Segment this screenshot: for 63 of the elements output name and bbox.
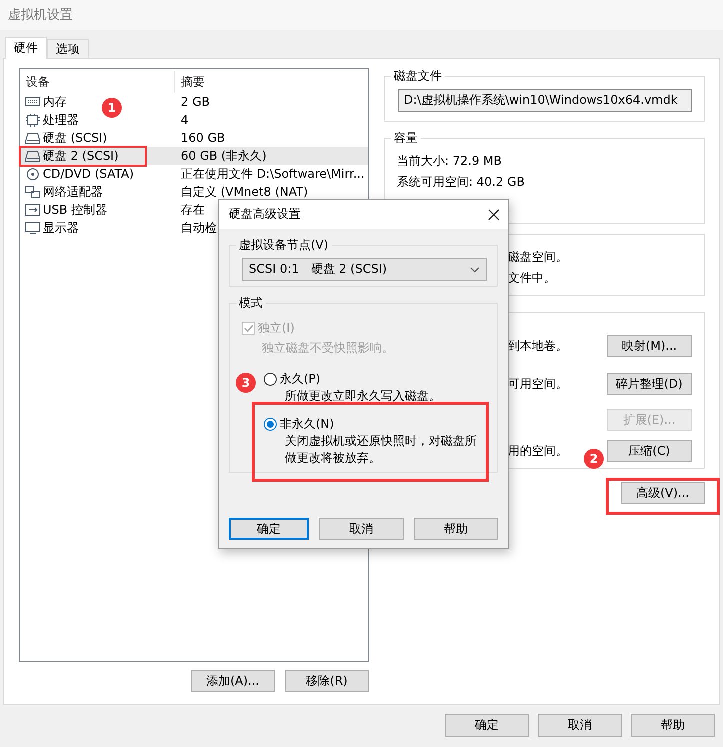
group-title: 容量 bbox=[393, 130, 419, 147]
device-name: USB 控制器 bbox=[43, 202, 108, 218]
list-button[interactable]: 移除(R) bbox=[285, 670, 369, 692]
checkbox-label: 独立(I) bbox=[258, 320, 295, 336]
device-name: 处理器 bbox=[43, 112, 79, 128]
option-description: 所做更改立即永久写入磁盘。 bbox=[285, 389, 441, 403]
device-summary: 160 GB bbox=[181, 131, 226, 145]
utility-text: 用的空间。 bbox=[508, 442, 568, 460]
tab[interactable]: 硬件 bbox=[5, 37, 47, 59]
device-summary: 自定义 (VMnet8 (NAT) bbox=[181, 184, 308, 198]
dialog-button[interactable]: 确定 bbox=[445, 714, 529, 737]
allocation-text: 磁盘空间。 bbox=[508, 249, 568, 266]
monitor-icon bbox=[25, 222, 41, 234]
utility-button[interactable]: 映射(M)... bbox=[607, 335, 692, 357]
usb-icon bbox=[25, 204, 41, 216]
device-summary: 2 GB bbox=[181, 95, 210, 109]
dialog-button[interactable]: 取消 bbox=[319, 518, 404, 540]
dialog-title: 硬盘高级设置 bbox=[229, 206, 301, 223]
allocation-text: 文件中。 bbox=[508, 270, 556, 287]
device-name: 显示器 bbox=[43, 220, 79, 236]
node-select[interactable]: SCSI 0:1 硬盘 2 (SCSI) bbox=[242, 258, 487, 281]
radio-button[interactable] bbox=[264, 372, 277, 386]
device-name: CD/DVD (SATA) bbox=[43, 167, 134, 181]
radio-label: 非永久(N) bbox=[280, 416, 334, 432]
dialog-button[interactable]: 帮助 bbox=[414, 518, 498, 540]
memory-icon bbox=[25, 96, 41, 108]
option-description: 关闭虚拟机或还原快照时，对磁盘所做更改将被放弃。 bbox=[285, 434, 477, 465]
device-summary: 4 bbox=[181, 113, 189, 127]
device-summary: 自动检 bbox=[181, 220, 217, 234]
device-summary: 60 GB (非永久) bbox=[181, 148, 267, 162]
chevron-down-icon bbox=[470, 266, 480, 272]
dialog-button[interactable]: 帮助 bbox=[631, 714, 715, 737]
utility-button[interactable]: 碎片整理(D) bbox=[607, 373, 692, 395]
checkbox-note: 独立磁盘不受快照影响。 bbox=[262, 340, 394, 356]
device-name: 硬盘 (SCSI) bbox=[43, 130, 108, 146]
disc-icon bbox=[25, 168, 41, 180]
capacity-text: 当前大小: 72.9 MB bbox=[397, 153, 502, 170]
device-name: 硬盘 2 (SCSI) bbox=[43, 148, 119, 164]
radio-label: 永久(P) bbox=[280, 370, 321, 388]
chip-icon bbox=[25, 114, 41, 126]
device-name: 内存 bbox=[43, 94, 67, 110]
utility-text: 可用空间。 bbox=[508, 376, 568, 392]
column-header[interactable]: 摘要 bbox=[175, 74, 368, 90]
group-title: 模式 bbox=[238, 295, 264, 312]
capacity-text: 系统可用空间: 40.2 GB bbox=[397, 174, 525, 191]
list-button[interactable]: 添加(A)... bbox=[191, 670, 275, 692]
selected-row[interactable]: 硬盘 2 (SCSI) 60 GB (非永久) bbox=[20, 147, 368, 165]
group-title: 虚拟设备节点(V) bbox=[238, 237, 330, 254]
window-title: 虚拟机设置 bbox=[0, 0, 723, 30]
column-header[interactable]: 设备 bbox=[20, 71, 175, 93]
group-title: 磁盘文件 bbox=[393, 68, 443, 85]
network-icon bbox=[25, 186, 41, 198]
close-icon[interactable] bbox=[488, 208, 500, 220]
dialog-button[interactable]: 确定 bbox=[229, 518, 310, 540]
device-summary: 正在使用文件 D:\Software\Mirr... bbox=[181, 166, 365, 180]
dialog-button[interactable]: 取消 bbox=[538, 714, 622, 737]
device-summary: 存在 bbox=[181, 202, 205, 216]
path-field[interactable]: D:\虚拟机操作系统\win10\Windows10x64.vmdk bbox=[398, 89, 692, 112]
tab[interactable]: 选项 bbox=[47, 39, 89, 58]
advanced-button[interactable]: 高级(V)... bbox=[621, 482, 705, 504]
utility-button[interactable]: 压缩(C) bbox=[607, 440, 692, 462]
radio-button[interactable] bbox=[264, 418, 277, 430]
device-name: 网络适配器 bbox=[43, 184, 103, 200]
